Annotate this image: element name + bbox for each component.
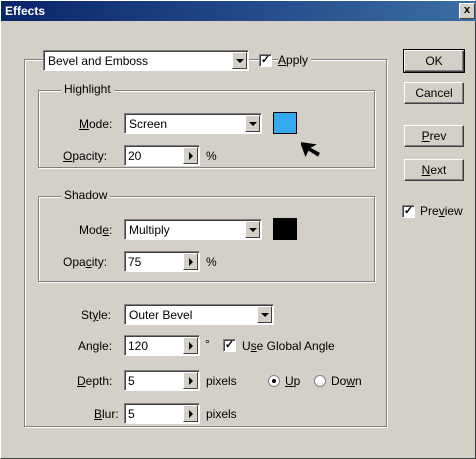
slider-arrow-icon[interactable] — [183, 147, 198, 164]
blur-field[interactable]: 5 — [124, 403, 200, 424]
angle-label: Angle: — [78, 339, 113, 353]
effect-type-select[interactable]: Bevel and Emboss — [43, 50, 249, 71]
effects-dialog: Effects x Bevel and Emboss ✓ Apply Highl… — [0, 0, 476, 459]
highlight-color-swatch[interactable] — [273, 112, 297, 134]
preview-checkbox[interactable]: ✓ — [402, 205, 415, 218]
next-button[interactable]: Next — [404, 159, 464, 181]
up-radio[interactable] — [268, 375, 280, 387]
chevron-down-icon — [257, 306, 272, 323]
shadow-title: Shadow — [61, 188, 111, 202]
depth-unit: pixels — [206, 374, 237, 388]
slider-arrow-icon[interactable] — [183, 253, 198, 270]
angle-field[interactable]: 120 — [124, 335, 200, 356]
depth-field[interactable]: 5 — [124, 370, 200, 391]
shadow-opacity-unit: % — [206, 255, 217, 269]
shadow-color-swatch[interactable] — [273, 218, 297, 240]
highlight-mode-label: Mode: — [79, 117, 113, 131]
shadow-opacity-field[interactable]: 75 — [124, 251, 200, 272]
down-label: Down — [331, 374, 362, 388]
close-button[interactable]: x — [459, 3, 475, 19]
blur-label: Blur: — [94, 407, 119, 421]
shadow-mode-label: Mode: — [79, 223, 113, 237]
highlight-opacity-field[interactable]: 20 — [124, 145, 200, 166]
use-global-angle-label: Use Global Angle — [242, 339, 335, 353]
chevron-down-icon — [245, 221, 260, 238]
style-label: Style: — [81, 308, 112, 322]
angle-unit: ° — [205, 337, 210, 351]
highlight-title: Highlight — [61, 82, 114, 96]
highlight-opacity-label: Opacity: — [63, 149, 108, 163]
highlight-mode-select[interactable]: Screen — [124, 113, 262, 134]
highlight-opacity-unit: % — [206, 149, 217, 163]
apply-checkbox[interactable]: ✓ — [259, 54, 272, 67]
use-global-angle-checkbox[interactable]: ✓ — [223, 339, 236, 352]
title-bar[interactable]: Effects x — [1, 1, 476, 21]
slider-arrow-icon[interactable] — [183, 372, 198, 389]
prev-button[interactable]: Prev — [404, 125, 464, 147]
apply-label: Apply — [278, 53, 312, 67]
chevron-down-icon — [232, 52, 247, 69]
depth-label: Depth: — [77, 374, 113, 388]
down-radio[interactable] — [314, 375, 326, 387]
slider-arrow-icon[interactable] — [183, 405, 198, 422]
mouse-pointer-icon — [301, 141, 320, 158]
up-label: Up — [285, 374, 301, 388]
shadow-mode-select[interactable]: Multiply — [124, 219, 262, 240]
chevron-down-icon — [245, 115, 260, 132]
slider-arrow-icon[interactable] — [183, 337, 198, 354]
blur-unit: pixels — [206, 407, 237, 421]
preview-label: Preview — [420, 204, 463, 218]
shadow-opacity-label: Opacity: — [63, 255, 108, 269]
cancel-button[interactable]: Cancel — [404, 82, 464, 104]
ok-button[interactable]: OK — [403, 49, 465, 73]
style-select[interactable]: Outer Bevel — [124, 304, 274, 325]
window-title: Effects — [5, 4, 46, 18]
